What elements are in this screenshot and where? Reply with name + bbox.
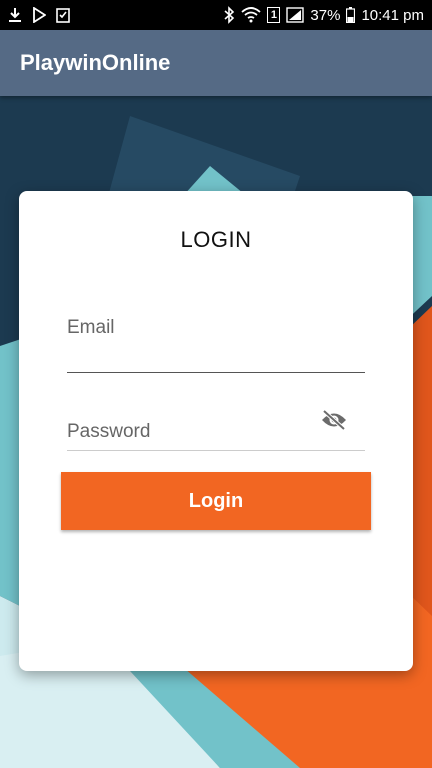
login-card: LOGIN Email Password Login	[19, 191, 413, 671]
app-bar: PlaywinOnline	[0, 30, 432, 96]
clock: 10:41 pm	[361, 6, 424, 24]
login-button[interactable]: Login	[61, 472, 371, 530]
status-left-icons	[8, 7, 70, 23]
password-field[interactable]: Password	[67, 409, 365, 451]
app-title: PlaywinOnline	[20, 50, 171, 75]
signal-icon	[286, 7, 305, 23]
download-icon	[8, 7, 22, 23]
password-placeholder: Password	[67, 421, 151, 442]
sim-icon: 1	[267, 7, 281, 23]
status-right-icons: 1 37% 10:41 pm	[223, 6, 424, 24]
bluetooth-icon	[223, 6, 235, 24]
play-store-icon	[32, 7, 46, 23]
checklist-icon	[56, 7, 70, 23]
battery-icon	[346, 7, 356, 23]
email-field[interactable]: Email	[67, 313, 365, 373]
wifi-icon	[241, 7, 262, 23]
email-placeholder: Email	[67, 317, 115, 338]
eye-off-icon[interactable]	[319, 405, 349, 435]
login-title: LOGIN	[180, 227, 252, 252]
status-bar: 1 37% 10:41 pm	[0, 0, 432, 30]
sim-badge-text: 1	[270, 9, 277, 21]
battery-percent: 37%	[310, 6, 341, 24]
